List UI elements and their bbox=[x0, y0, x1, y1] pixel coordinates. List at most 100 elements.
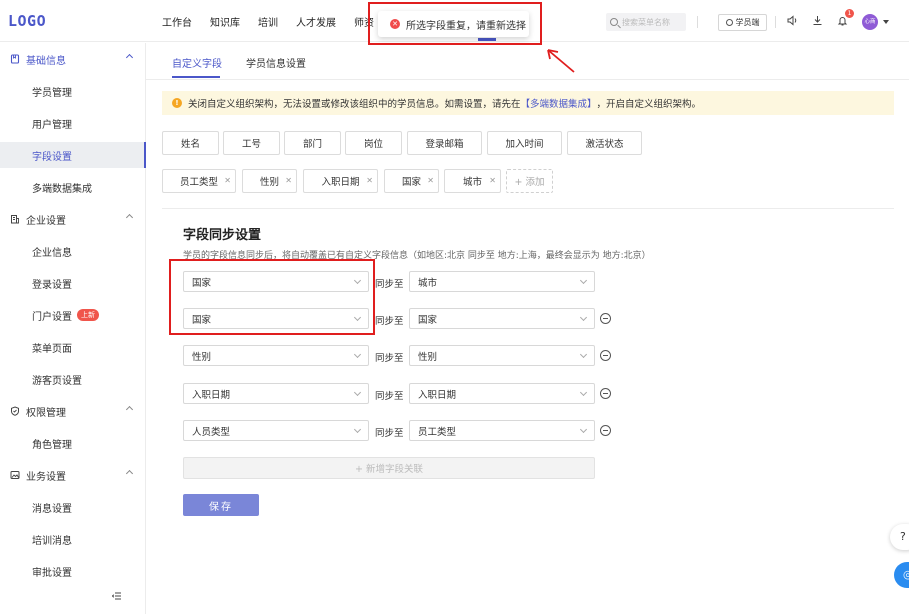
sidebar-item-training-messages[interactable]: 培训消息 bbox=[0, 526, 146, 552]
menu-search[interactable] bbox=[606, 13, 686, 31]
chevron-up-icon bbox=[125, 53, 134, 62]
annotation-box-duplicate bbox=[169, 259, 375, 335]
nav-talent[interactable]: 人才发展 bbox=[296, 14, 336, 29]
warning-icon: ! bbox=[172, 98, 182, 108]
avatar[interactable]: 心商 bbox=[862, 14, 878, 30]
remove-row-icon[interactable] bbox=[600, 388, 611, 399]
chevron-down-icon bbox=[579, 276, 588, 285]
sidebar-group-business[interactable]: 业务设置 bbox=[0, 459, 146, 491]
customer-service-float-button[interactable]: ◎ bbox=[894, 562, 909, 588]
chevron-up-icon bbox=[125, 405, 134, 414]
collapse-menu-icon[interactable] bbox=[111, 591, 122, 601]
custom-field-chip[interactable]: 国家 ✕ bbox=[384, 169, 439, 193]
chevron-down-icon bbox=[579, 388, 588, 397]
sidebar-item-role-mgmt[interactable]: 角色管理 bbox=[0, 430, 146, 456]
sidebar: 基础信息 学员管理 用户管理 字段设置 多端数据集成 企业设置 企业信息 登录设… bbox=[0, 43, 146, 614]
sidebar-item-user-mgmt[interactable]: 用户管理 bbox=[0, 110, 146, 136]
custom-field-chip[interactable]: 城市 ✕ bbox=[444, 169, 501, 193]
sidebar-item-login-settings[interactable]: 登录设置 bbox=[0, 270, 146, 296]
remove-icon[interactable]: ✕ bbox=[224, 176, 231, 185]
chevron-up-icon bbox=[125, 213, 134, 222]
field-chip-join-time: 加入时间 bbox=[487, 131, 562, 155]
building-icon bbox=[10, 214, 20, 224]
chevron-down-icon bbox=[353, 350, 362, 359]
download-icon[interactable] bbox=[811, 15, 823, 27]
field-chip-position: 岗位 bbox=[345, 131, 402, 155]
sync-target-select[interactable]: 性别 bbox=[409, 345, 595, 366]
chevron-down-icon bbox=[353, 425, 362, 434]
remove-row-icon[interactable] bbox=[600, 425, 611, 436]
sidebar-item-data-integration[interactable]: 多端数据集成 bbox=[0, 174, 146, 200]
sync-target-select[interactable]: 入职日期 bbox=[409, 383, 595, 404]
sync-target-select[interactable]: 员工类型 bbox=[409, 420, 595, 441]
image-icon bbox=[10, 470, 20, 480]
tab-custom-fields[interactable]: 自定义字段 bbox=[172, 55, 222, 70]
notice-banner: ! 关闭自定义组织架构，无法设置或修改该组织中的学员信息。如需设置，请先在 【多… bbox=[162, 91, 894, 115]
section-title: 字段同步设置 bbox=[183, 228, 262, 243]
chevron-down-icon bbox=[579, 350, 588, 359]
user-icon bbox=[725, 19, 733, 26]
sidebar-item-student-mgmt[interactable]: 学员管理 bbox=[0, 78, 146, 104]
chevron-down-icon bbox=[353, 388, 362, 397]
add-field-button[interactable]: + 添加 bbox=[506, 169, 553, 193]
speaker-icon[interactable] bbox=[786, 15, 798, 27]
add-field-association-button[interactable]: + 新增字段关联 bbox=[183, 457, 595, 479]
sidebar-group-enterprise[interactable]: 企业设置 bbox=[0, 203, 146, 235]
custom-field-chip[interactable]: 性别 ✕ bbox=[242, 169, 297, 193]
field-chip-login-email: 登录邮箱 bbox=[407, 131, 482, 155]
remove-row-icon[interactable] bbox=[600, 350, 611, 361]
field-chip-department: 部门 bbox=[284, 131, 341, 155]
nav-knowledge[interactable]: 知识库 bbox=[210, 14, 240, 29]
logo: LOGO bbox=[8, 12, 47, 30]
sidebar-item-portal-settings[interactable]: 门户设置 上新 bbox=[0, 302, 146, 328]
sidebar-group-permissions[interactable]: 权限管理 bbox=[0, 395, 146, 427]
search-input[interactable] bbox=[622, 17, 682, 27]
custom-field-chip[interactable]: 员工类型 ✕ bbox=[162, 169, 236, 193]
field-chip-active-status: 激活状态 bbox=[567, 131, 642, 155]
sidebar-item-enterprise-info[interactable]: 企业信息 bbox=[0, 238, 146, 264]
divider bbox=[697, 16, 698, 28]
remove-icon[interactable]: ✕ bbox=[285, 176, 292, 185]
caret-down-icon[interactable] bbox=[883, 20, 889, 24]
help-float-button[interactable]: ? bbox=[890, 524, 909, 550]
sidebar-item-field-settings[interactable]: 字段设置 bbox=[0, 142, 146, 168]
sync-to-label: 同步至 bbox=[375, 428, 404, 439]
sidebar-item-message-settings[interactable]: 消息设置 bbox=[0, 494, 146, 520]
chevron-up-icon bbox=[125, 469, 134, 478]
sync-source-select[interactable]: 人员类型 bbox=[183, 420, 369, 441]
divider bbox=[775, 16, 776, 28]
student-portal-button[interactable]: 学员端 bbox=[718, 14, 767, 31]
tab-student-info[interactable]: 学员信息设置 bbox=[246, 55, 306, 70]
sync-to-label: 同步至 bbox=[375, 353, 404, 364]
sync-target-select[interactable]: 城市 bbox=[409, 271, 595, 292]
nav-training[interactable]: 培训 bbox=[258, 14, 278, 29]
remove-icon[interactable]: ✕ bbox=[489, 176, 496, 185]
notification-badge: 1 bbox=[845, 9, 854, 18]
custom-field-chip[interactable]: 入职日期 ✕ bbox=[303, 169, 378, 193]
nav-workbench[interactable]: 工作台 bbox=[162, 14, 192, 29]
page-tabs: 自定义字段 学员信息设置 bbox=[146, 43, 909, 80]
top-nav: 工作台 知识库 培训 人才发展 师资 bbox=[162, 14, 392, 29]
sidebar-item-guest-page[interactable]: 游客页设置 bbox=[0, 366, 146, 392]
annotation-box-toast bbox=[368, 2, 542, 45]
sidebar-item-menu-page[interactable]: 菜单页面 bbox=[0, 334, 146, 360]
field-chip-name: 姓名 bbox=[162, 131, 219, 155]
sidebar-item-approval-settings[interactable]: 审批设置 bbox=[0, 558, 146, 584]
sync-source-select[interactable]: 入职日期 bbox=[183, 383, 369, 404]
sync-to-label: 同步至 bbox=[375, 316, 404, 327]
sync-target-select[interactable]: 国家 bbox=[409, 308, 595, 329]
shield-icon bbox=[10, 406, 20, 416]
save-button[interactable]: 保存 bbox=[183, 494, 259, 516]
sync-to-label: 同步至 bbox=[375, 279, 404, 290]
remove-row-icon[interactable] bbox=[600, 313, 611, 324]
search-icon bbox=[610, 18, 618, 26]
sidebar-group-basic-info[interactable]: 基础信息 bbox=[0, 43, 146, 75]
remove-icon[interactable]: ✕ bbox=[366, 176, 373, 185]
remove-icon[interactable]: ✕ bbox=[427, 176, 434, 185]
data-integration-link[interactable]: 【多端数据集成】 bbox=[521, 96, 597, 110]
sync-to-label: 同步至 bbox=[375, 391, 404, 402]
chevron-down-icon bbox=[579, 425, 588, 434]
sync-source-select[interactable]: 性别 bbox=[183, 345, 369, 366]
chevron-down-icon bbox=[579, 313, 588, 322]
document-icon bbox=[10, 54, 20, 64]
